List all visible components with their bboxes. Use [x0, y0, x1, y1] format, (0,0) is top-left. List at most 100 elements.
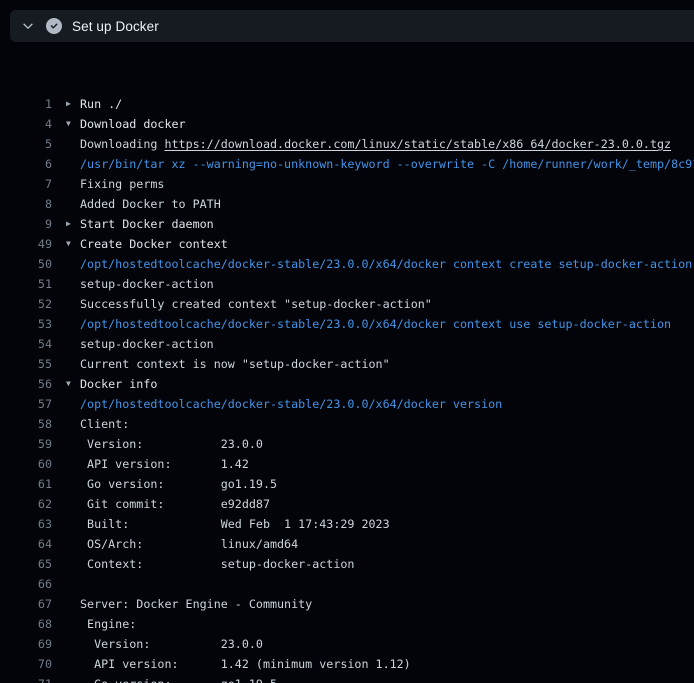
log-line: 4 ▼Download docker: [0, 114, 694, 134]
log-group-title[interactable]: Create Docker context: [80, 237, 228, 251]
line-number[interactable]: 58: [0, 414, 52, 434]
line-number[interactable]: 50: [0, 254, 52, 274]
line-number[interactable]: 54: [0, 334, 52, 354]
log-line: 6/usr/bin/tar xz --warning=no-unknown-ke…: [0, 154, 694, 174]
line-number[interactable]: 53: [0, 314, 52, 334]
log-line-content: Go version: go1.19.5: [80, 474, 277, 494]
log-line-content: Built: Wed Feb 1 17:43:29 2023: [80, 514, 390, 534]
line-number[interactable]: 5: [0, 134, 52, 154]
log-line: 54 setup-docker-action: [0, 334, 694, 354]
log-line: 52 Successfully created context "setup-do…: [0, 294, 694, 314]
log-line-content: Version: 23.0.0: [80, 434, 263, 454]
log-line-content: OS/Arch: linux/amd64: [80, 534, 298, 554]
log-line-content: ▶Run ./: [80, 94, 122, 114]
chevron-down-icon[interactable]: [20, 19, 35, 34]
log-line: 71 Go version: go1.19.5: [0, 674, 694, 683]
line-number[interactable]: 7: [0, 174, 52, 194]
line-number[interactable]: 6: [0, 154, 52, 174]
log-text: setup-docker-action: [80, 337, 214, 351]
line-number[interactable]: 4: [0, 114, 52, 134]
log-text: API version: 1.42: [80, 457, 249, 471]
log-link[interactable]: https://download.docker.com/linux/static…: [164, 137, 671, 151]
log-line-content: setup-docker-action: [80, 334, 214, 354]
log-text: Downloading: [80, 137, 164, 151]
log-line: 59 Version: 23.0.0: [0, 434, 694, 454]
line-number[interactable]: 52: [0, 294, 52, 314]
disclosure-triangle-icon[interactable]: ▶: [66, 94, 78, 114]
log-line: 1 ▶Run ./: [0, 94, 694, 114]
line-number[interactable]: 9: [0, 214, 52, 234]
log-line-content: ▼Create Docker context: [80, 234, 228, 254]
log-line-content: Fixing perms: [80, 174, 164, 194]
line-number[interactable]: 63: [0, 514, 52, 534]
line-number[interactable]: 70: [0, 654, 52, 674]
log-line: 56 ▼Docker info: [0, 374, 694, 394]
log-line: 65 Context: setup-docker-action: [0, 554, 694, 574]
line-number[interactable]: 1: [0, 94, 52, 114]
log-text: Server: Docker Engine - Community: [80, 597, 312, 611]
line-number[interactable]: 65: [0, 554, 52, 574]
disclosure-triangle-icon[interactable]: ▼: [66, 374, 78, 394]
disclosure-triangle-icon[interactable]: ▼: [66, 234, 78, 254]
log-command-text: /opt/hostedtoolcache/docker-stable/23.0.…: [80, 397, 502, 411]
log-group-title[interactable]: Docker info: [80, 377, 157, 391]
log-line: 66: [0, 574, 694, 594]
log-command-text: /usr/bin/tar xz --warning=no-unknown-key…: [80, 157, 694, 171]
check-circle-icon: [46, 18, 62, 34]
log-group-title[interactable]: Download docker: [80, 117, 186, 131]
log-text: Successfully created context "setup-dock…: [80, 297, 432, 311]
log-text: Context: setup-docker-action: [80, 557, 354, 571]
log-line-content: Version: 23.0.0: [80, 634, 263, 654]
log-line-content: Go version: go1.19.5: [80, 674, 277, 683]
log-text: Fixing perms: [80, 177, 164, 191]
log-group-title[interactable]: Run ./: [80, 97, 122, 111]
log-line-content: ▼Docker info: [80, 374, 157, 394]
line-number[interactable]: 67: [0, 594, 52, 614]
line-number[interactable]: 61: [0, 474, 52, 494]
log-group-title[interactable]: Start Docker daemon: [80, 217, 214, 231]
log-line-content: setup-docker-action: [80, 274, 214, 294]
log-line-content: API version: 1.42 (minimum version 1.12): [80, 654, 411, 674]
log-text: Engine:: [80, 617, 136, 631]
line-number[interactable]: 51: [0, 274, 52, 294]
line-number[interactable]: 60: [0, 454, 52, 474]
log-line-content: ▼Download docker: [80, 114, 186, 134]
line-number[interactable]: 68: [0, 614, 52, 634]
line-number[interactable]: 57: [0, 394, 52, 414]
disclosure-triangle-icon[interactable]: ▼: [66, 114, 78, 134]
log-line-content: Current context is now "setup-docker-act…: [80, 354, 390, 374]
log-line: 58Client:: [0, 414, 694, 434]
step-header[interactable]: Set up Docker: [10, 10, 694, 42]
line-number[interactable]: 55: [0, 354, 52, 374]
disclosure-triangle-icon[interactable]: ▶: [66, 214, 78, 234]
log-text: API version: 1.42 (minimum version 1.12): [80, 657, 411, 671]
log-line-content: Engine:: [80, 614, 136, 634]
log-text: Added Docker to PATH: [80, 197, 221, 211]
line-number[interactable]: 69: [0, 634, 52, 654]
line-number[interactable]: 49: [0, 234, 52, 254]
log-command-text: /opt/hostedtoolcache/docker-stable/23.0.…: [80, 317, 671, 331]
log-line: 53/opt/hostedtoolcache/docker-stable/23.…: [0, 314, 694, 334]
log-text: OS/Arch: linux/amd64: [80, 537, 298, 551]
line-number[interactable]: 8: [0, 194, 52, 214]
line-number[interactable]: 59: [0, 434, 52, 454]
log-line: 5 Downloading https://download.docker.com…: [0, 134, 694, 154]
log-line-content: Successfully created context "setup-dock…: [80, 294, 432, 314]
log-command-text: /opt/hostedtoolcache/docker-stable/23.0.…: [80, 257, 692, 271]
log-line: 51 setup-docker-action: [0, 274, 694, 294]
log-line-content: Downloading https://download.docker.com/…: [80, 134, 671, 154]
line-number[interactable]: 71: [0, 674, 52, 683]
log-line-content: API version: 1.42: [80, 454, 249, 474]
log-line-content: /opt/hostedtoolcache/docker-stable/23.0.…: [80, 314, 671, 334]
line-number[interactable]: 66: [0, 574, 52, 594]
log-line-content: /opt/hostedtoolcache/docker-stable/23.0.…: [80, 394, 502, 414]
log-line-content: Server: Docker Engine - Community: [80, 594, 312, 614]
log-line: 63 Built: Wed Feb 1 17:43:29 2023: [0, 514, 694, 534]
log-line: 67 Server: Docker Engine - Community: [0, 594, 694, 614]
log-line: 50/opt/hostedtoolcache/docker-stable/23.…: [0, 254, 694, 274]
log-container: 1▶Run ./4▼Download docker5Downloading ht…: [0, 54, 694, 683]
line-number[interactable]: 56: [0, 374, 52, 394]
line-number[interactable]: 62: [0, 494, 52, 514]
log-line-content: Git commit: e92dd87: [80, 494, 270, 514]
line-number[interactable]: 64: [0, 534, 52, 554]
